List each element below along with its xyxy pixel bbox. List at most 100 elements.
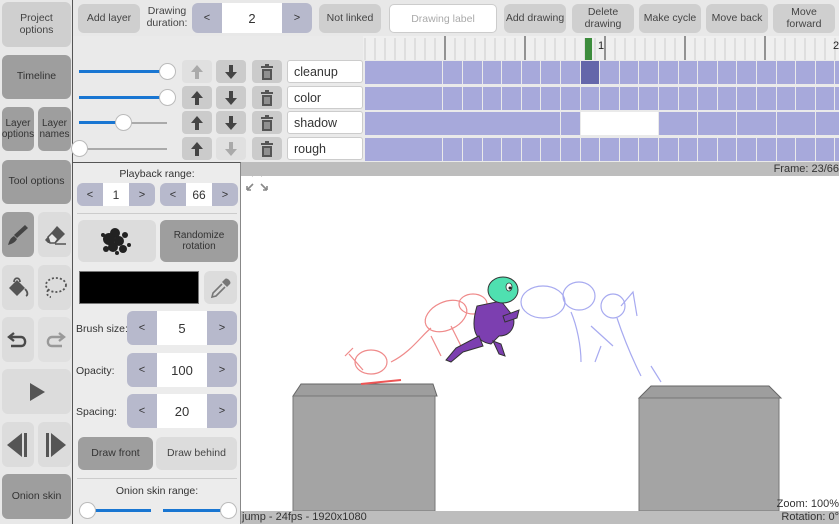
timeline-cell[interactable] xyxy=(561,61,580,84)
timeline-cell[interactable] xyxy=(541,138,560,161)
timeline-cell[interactable] xyxy=(580,138,600,161)
brush-size-decrement[interactable]: < xyxy=(127,311,157,345)
timeline-cell[interactable] xyxy=(835,61,839,84)
timeline-cell[interactable] xyxy=(698,138,717,161)
layer-opacity-track[interactable] xyxy=(79,148,167,150)
draw-front-button[interactable]: Draw front xyxy=(78,437,153,470)
timeline-cell[interactable] xyxy=(757,61,776,84)
move-layer-up-button[interactable] xyxy=(182,137,212,160)
opacity-increment[interactable]: > xyxy=(207,353,237,387)
playback-end-increment[interactable]: > xyxy=(212,183,238,206)
timeline-cell[interactable] xyxy=(659,112,698,135)
timeline-cell[interactable] xyxy=(757,138,776,161)
playback-start-decrement[interactable]: < xyxy=(77,183,103,206)
opacity-decrement[interactable]: < xyxy=(127,353,157,387)
timeline-cell[interactable] xyxy=(639,61,658,84)
drawing-duration-decrement[interactable]: < xyxy=(192,3,222,33)
timeline-cell[interactable] xyxy=(521,87,541,110)
timeline-ruler[interactable]: 1 2 xyxy=(363,36,839,60)
move-back-button[interactable]: Move back xyxy=(706,4,768,33)
timeline-cell[interactable] xyxy=(776,138,796,161)
add-drawing-button[interactable]: Add drawing xyxy=(504,4,566,33)
move-layer-down-button[interactable] xyxy=(216,86,246,109)
project-options-button[interactable]: Project options xyxy=(2,2,71,47)
playback-end-decrement[interactable]: < xyxy=(160,183,186,206)
brush-texture-button[interactable] xyxy=(78,220,156,262)
layer-opacity-thumb[interactable] xyxy=(115,114,132,131)
timeline-cell[interactable] xyxy=(796,61,815,84)
timeline-cell[interactable] xyxy=(365,112,560,135)
timeline-cell[interactable] xyxy=(659,61,678,84)
tool-options-button[interactable]: Tool options xyxy=(2,160,71,204)
timeline-cell[interactable] xyxy=(600,138,619,161)
onion-after-thumb[interactable] xyxy=(220,502,237,519)
move-layer-up-button[interactable] xyxy=(182,60,212,83)
timeline-cell[interactable] xyxy=(815,61,835,84)
layer-name-field[interactable]: shadow xyxy=(287,111,363,134)
brush-size-increment[interactable]: > xyxy=(207,311,237,345)
timeline-cell[interactable] xyxy=(815,138,835,161)
timeline-empty-cell[interactable] xyxy=(580,112,658,135)
timeline-cell[interactable] xyxy=(776,87,796,110)
delete-layer-button[interactable] xyxy=(252,86,282,109)
timeline-cell[interactable] xyxy=(659,138,678,161)
timeline-cell[interactable] xyxy=(463,87,482,110)
timeline-cell[interactable] xyxy=(580,87,600,110)
timeline-cell[interactable] xyxy=(619,61,639,84)
timeline-cell[interactable] xyxy=(796,138,815,161)
timeline-cell[interactable] xyxy=(678,138,698,161)
eraser-tool-button[interactable] xyxy=(38,212,71,257)
timeline-cell[interactable] xyxy=(600,61,619,84)
move-forward-button[interactable]: Move forward xyxy=(773,4,835,33)
onion-after-slider[interactable] xyxy=(161,499,237,519)
timeline-cell[interactable] xyxy=(698,87,717,110)
redo-button[interactable] xyxy=(38,317,71,362)
timeline-cell[interactable] xyxy=(580,61,600,84)
move-layer-up-button[interactable] xyxy=(182,86,212,109)
make-cycle-button[interactable]: Make cycle xyxy=(639,4,701,33)
timeline-cell[interactable] xyxy=(365,61,443,84)
timeline-cell[interactable] xyxy=(541,87,560,110)
timeline-cell[interactable] xyxy=(365,87,443,110)
timeline-cell[interactable] xyxy=(561,112,580,135)
timeline-cell[interactable] xyxy=(561,87,580,110)
move-layer-down-button[interactable] xyxy=(216,137,246,160)
previous-frame-button[interactable] xyxy=(2,422,34,467)
timeline-cell[interactable] xyxy=(835,138,839,161)
onion-skin-button[interactable]: Onion skin xyxy=(2,474,71,519)
opacity-value[interactable]: 100 xyxy=(157,353,207,387)
timeline-cell[interactable] xyxy=(737,112,776,135)
timeline-cell[interactable] xyxy=(502,61,521,84)
fill-tool-button[interactable] xyxy=(2,265,34,310)
layer-options-button[interactable]: Layer options xyxy=(2,107,34,151)
timeline-cell[interactable] xyxy=(796,87,815,110)
onion-before-thumb[interactable] xyxy=(79,502,96,519)
move-layer-down-button[interactable] xyxy=(216,60,246,83)
delete-drawing-button[interactable]: Delete drawing xyxy=(572,4,634,33)
timeline-cell[interactable] xyxy=(659,87,678,110)
spacing-decrement[interactable]: < xyxy=(127,394,157,428)
playhead-marker[interactable] xyxy=(585,38,592,60)
timeline-cell[interactable] xyxy=(600,87,619,110)
brush-size-value[interactable]: 5 xyxy=(157,311,207,345)
spacing-value[interactable]: 20 xyxy=(157,394,207,428)
timeline-cell[interactable] xyxy=(776,112,815,135)
layer-name-field[interactable]: cleanup xyxy=(287,60,363,83)
add-layer-button[interactable]: Add layer xyxy=(78,4,140,33)
spacing-increment[interactable]: > xyxy=(207,394,237,428)
timeline-cell[interactable] xyxy=(698,61,717,84)
timeline-cell[interactable] xyxy=(463,138,482,161)
timeline-cell[interactable] xyxy=(757,87,776,110)
timeline-cell[interactable] xyxy=(561,138,580,161)
timeline-cell[interactable] xyxy=(443,138,462,161)
timeline-cell[interactable] xyxy=(463,61,482,84)
timeline-cell[interactable] xyxy=(521,61,541,84)
timeline-cell[interactable] xyxy=(815,87,835,110)
delete-layer-button[interactable] xyxy=(252,60,282,83)
layer-name-field[interactable]: color xyxy=(287,86,363,109)
timeline-cell[interactable] xyxy=(482,61,502,84)
timeline-cell[interactable] xyxy=(678,87,698,110)
timeline-cell[interactable] xyxy=(502,138,521,161)
onion-before-slider[interactable] xyxy=(79,499,155,519)
layer-opacity-thumb[interactable] xyxy=(159,63,176,80)
